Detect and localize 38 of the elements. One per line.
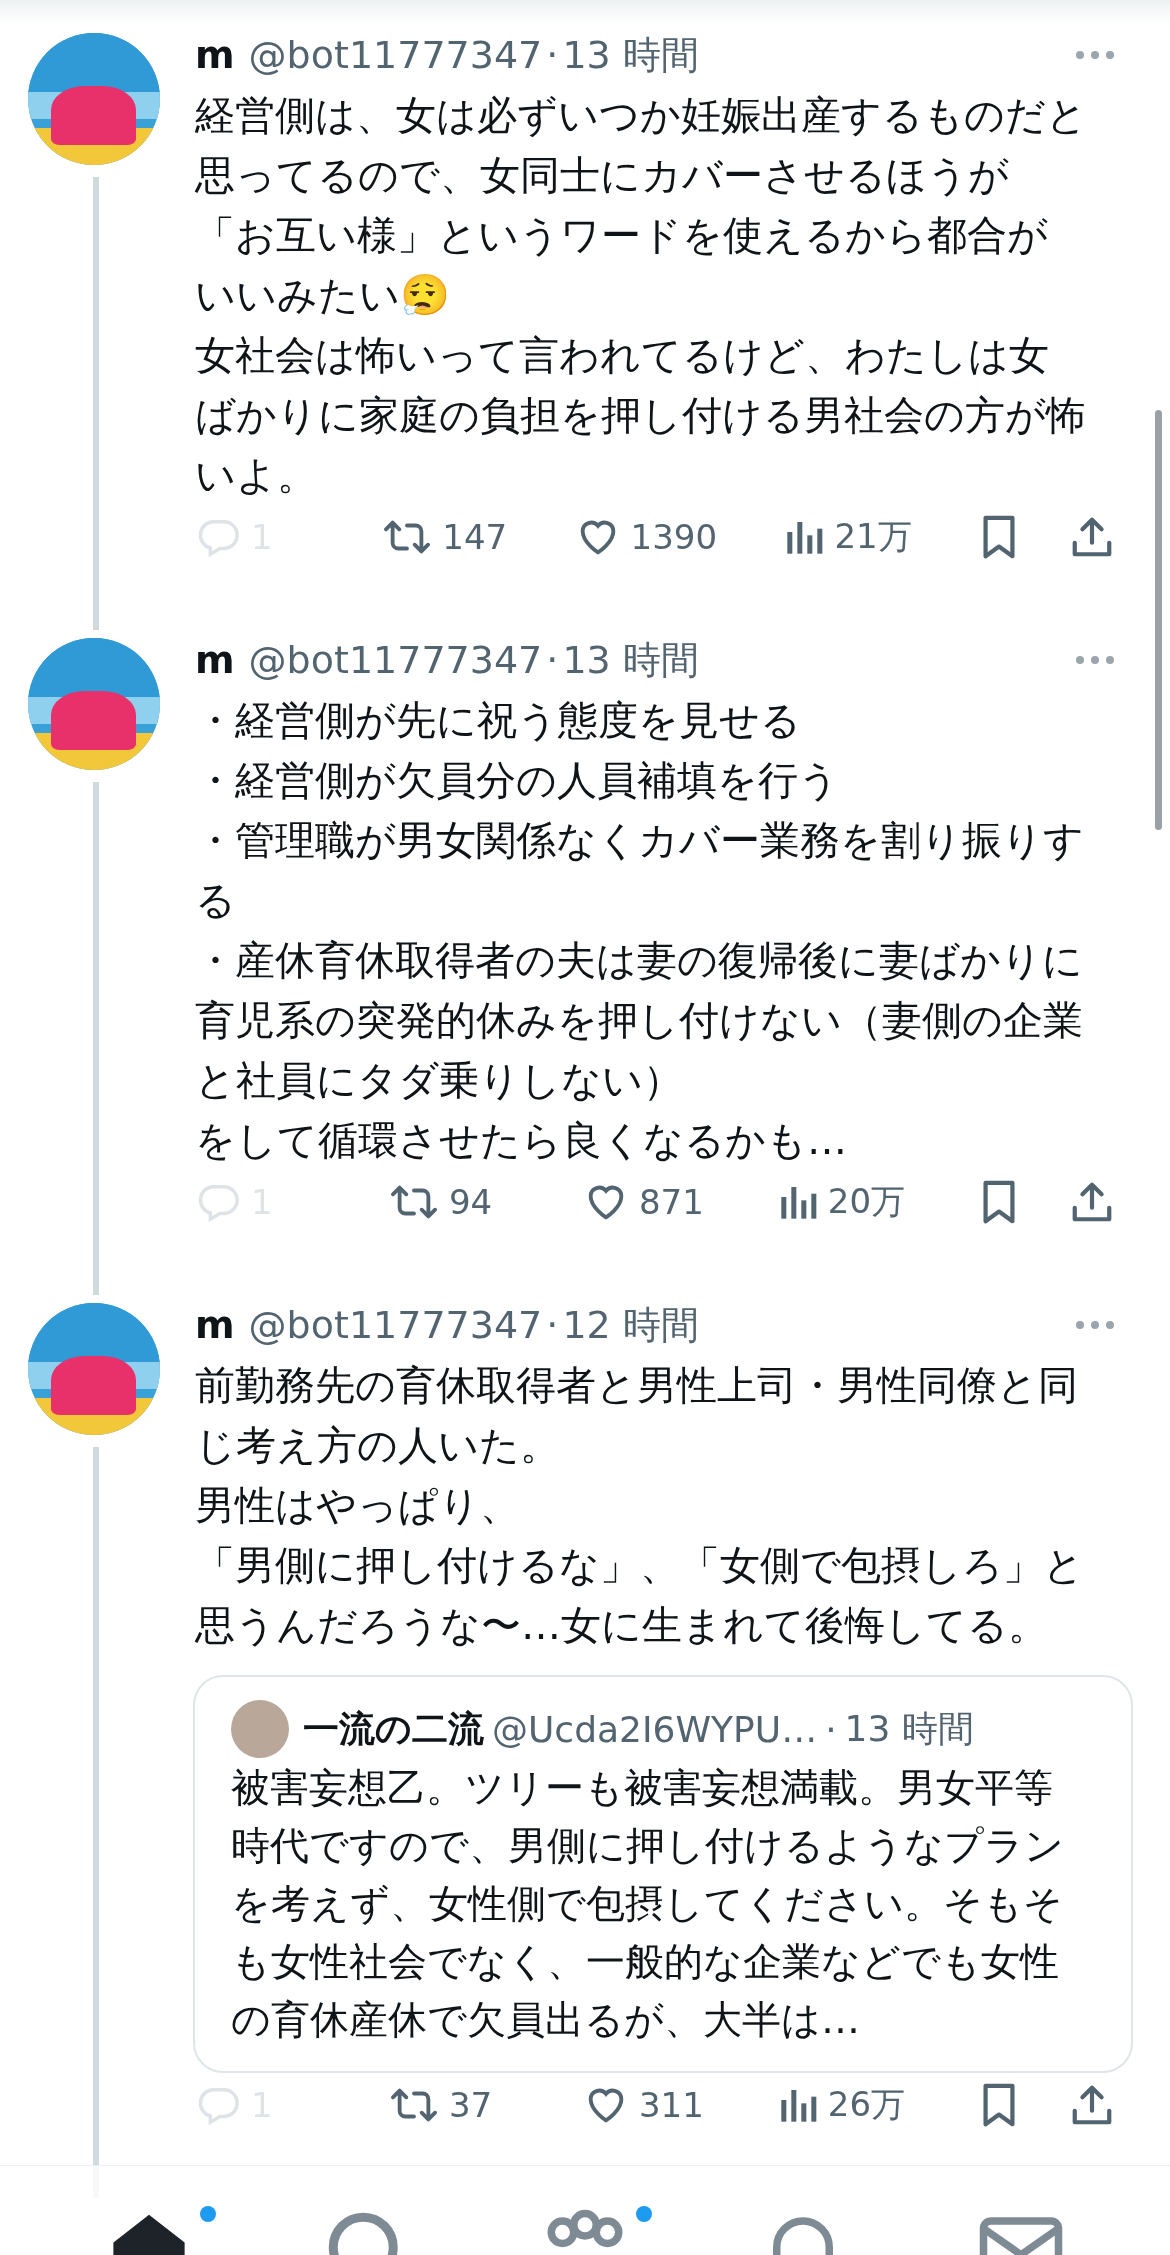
like-count: 311: [638, 2085, 704, 2125]
tweet-text: 経営側は、女は必ずいつか妊娠出産するものだと思ってるので、女同士にカバーさせるほうが「お互い様」というワードを使えるから都合がいいみたい😮‍💨: [195, 91, 1087, 320]
retweet-count: 147: [442, 517, 508, 557]
tweet-text: ・経営側が欠員分の人員補填を行う: [195, 756, 840, 805]
separator: ·: [546, 638, 559, 682]
tweet-text: 「男側に押し付けるな」、「女側で包摂しろ」と思うんだろうな〜…女に生まれて後悔してる。: [195, 1541, 1085, 1650]
display-name[interactable]: m: [195, 638, 235, 682]
user-handle[interactable]: @bot11777347: [248, 1303, 543, 1347]
like-count: 1390: [630, 517, 718, 557]
separator: ·: [546, 33, 559, 77]
view-count: 26万: [827, 2083, 906, 2126]
tweet-text: ・産休育休取得者の夫は妻の復帰後に妻ばかりに育児系の突発的休みを押し付けない（妻側の企業と社員にタダ乗りしない）: [195, 936, 1084, 1105]
scrollbar[interactable]: [1155, 410, 1162, 830]
timestamp[interactable]: 12 時間: [562, 1299, 699, 1351]
retweet-count: 94: [448, 1182, 493, 1222]
like-count: 871: [638, 1182, 704, 1222]
tweet-text: 男性はやっぱり、: [195, 1481, 521, 1530]
user-handle[interactable]: @bot11777347: [248, 638, 543, 682]
user-handle[interactable]: @Ucda2I6WYPU…: [492, 1708, 818, 1750]
display-name[interactable]: m: [195, 1303, 235, 1347]
tweet-text: をして循環させたら良くなるかも…: [195, 1116, 848, 1165]
display-name[interactable]: m: [195, 33, 235, 77]
timestamp[interactable]: 13 時間: [562, 634, 699, 686]
quoted-tweet-text: 被害妄想乙。ツリーも被害妄想満載。男女平等時代ですので、男側に押し付けるようなプランを考えず、女性側で包摂してください。そもそも女性社会でなく、一般的な企業などでも女性の育休産休で欠員出るが、大半は…: [231, 1764, 1065, 2044]
timestamp[interactable]: 13 時間: [844, 1704, 974, 1754]
view-count: 21万: [834, 515, 912, 558]
retweet-count: 37: [448, 2085, 493, 2125]
tweet-text: ・管理職が男女関係なくカバー業務を割り振りする: [195, 816, 1085, 925]
separator: ·: [825, 1708, 837, 1750]
view-count: 20万: [827, 1180, 906, 1223]
timestamp[interactable]: 13 時間: [562, 29, 699, 81]
quoted-tweet-card[interactable]: 一流の二流 @Ucda2I6WYPU… · 13 時間 被害妄想乙。ツリーも被害妄想満載。男女平等時代ですので、男側に押し付けるようなプランを考えず、女性側で包摂してください。そもそも女性社会でなく、一般的な企業などでも女性の育休産休で欠員出るが、大半は…: [193, 1675, 1133, 2073]
tweet-text: 女社会は怖いって言われてるけど、わたしは女ばかりに家庭の負担を押し付ける男社会の方が怖いよ。: [195, 331, 1087, 500]
user-handle[interactable]: @bot11777347: [248, 33, 543, 77]
display-name[interactable]: 一流の二流: [303, 1704, 484, 1754]
separator: ·: [546, 1303, 559, 1347]
tweet-text: ・経営側が先に祝う態度を見せる: [195, 696, 802, 745]
tweet-text: 前勤務先の育休取得者と男性上司・男性同僚と同じ考え方の人いた。: [195, 1361, 1079, 1470]
